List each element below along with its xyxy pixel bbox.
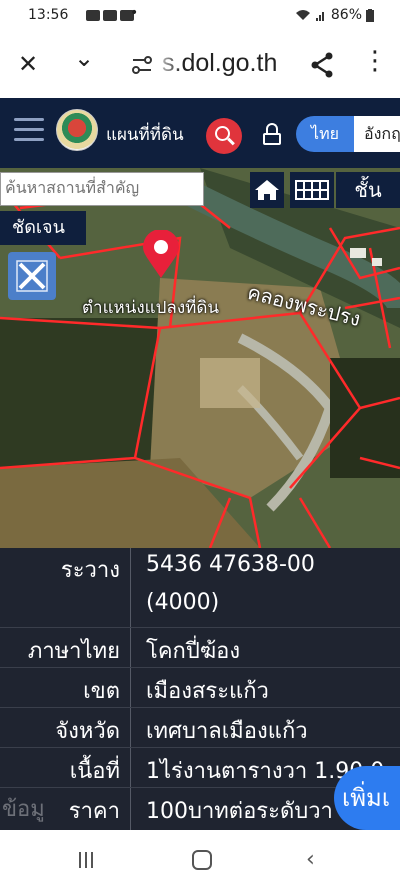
home-nav-icon[interactable] — [192, 850, 212, 870]
grid-icon — [295, 180, 329, 200]
place-search-input[interactable] — [0, 172, 204, 206]
layer-button[interactable]: ชั้น — [336, 172, 400, 208]
grid-button[interactable] — [290, 172, 334, 208]
share-icon[interactable] — [310, 52, 334, 78]
info-button[interactable]: ข้อมู — [0, 790, 60, 830]
map-pin-icon[interactable] — [141, 230, 181, 280]
home-button[interactable] — [250, 172, 284, 208]
info-value: โคกปี่ฆ้อง — [146, 639, 241, 664]
info-row-locality: ภาษาไทย โคกปี่ฆ้อง — [0, 628, 400, 668]
info-label: ระวาง — [60, 558, 120, 583]
status-dot: • — [130, 5, 139, 21]
signal-icon — [315, 12, 324, 21]
site-settings-icon[interactable] — [132, 56, 152, 74]
info-label: เขต — [83, 679, 120, 704]
lock-icon[interactable] — [263, 123, 281, 145]
info-row-district: เขต เมืองสระแก้ว — [0, 668, 400, 708]
info-row-sheet: ระวาง 5436 47638-00 (4000) — [0, 548, 400, 628]
battery-icon — [366, 8, 374, 22]
info-value: เทศบาลเมืองแก้ว — [146, 719, 308, 744]
info-value: 5436 47638-00 — [146, 552, 315, 577]
more-menu-icon[interactable]: ⋮ — [362, 46, 388, 76]
info-label: ภาษาไทย — [27, 639, 120, 664]
app-title: แผนที่ที่ดิน — [106, 125, 184, 145]
lang-english-button[interactable]: อังกฤ — [354, 116, 400, 152]
home-icon — [255, 180, 279, 200]
back-icon[interactable]: ‹ — [306, 847, 315, 872]
info-value-line2: (4000) — [146, 590, 220, 615]
clear-button[interactable]: ชัดเจน — [0, 211, 86, 245]
search-button[interactable] — [206, 118, 242, 154]
info-label: จังหวัด — [55, 719, 120, 744]
lang-thai-button[interactable]: ไทย — [296, 116, 354, 152]
notification-icons — [86, 10, 134, 21]
status-bar: 13:56 • 86% — [0, 0, 400, 32]
browser-toolbar: ✕ ⌄ s.dol.go.th ⋮ — [0, 32, 400, 98]
parcel-location-label: ตำแหน่งแปลงที่ดิน — [82, 298, 220, 318]
wifi-icon — [295, 10, 310, 20]
system-nav-bar: ‹ — [0, 830, 400, 888]
url-fade — [152, 46, 182, 82]
status-right: 86% — [295, 7, 374, 23]
more-info-button[interactable]: เพิ่มเ — [334, 766, 400, 830]
info-label: เนื้อที่ — [69, 759, 120, 784]
department-logo — [56, 109, 98, 151]
draw-tool-button[interactable] — [8, 252, 56, 300]
status-time: 13:56 — [28, 7, 69, 23]
info-row-province: จังหวัด เทศบาลเมืองแก้ว — [0, 708, 400, 748]
pencil-ruler-icon — [16, 260, 48, 292]
hamburger-menu-icon[interactable] — [14, 118, 44, 142]
battery-percent: 86% — [330, 7, 362, 23]
close-icon[interactable]: ✕ — [18, 50, 38, 78]
info-value: เมืองสระแก้ว — [146, 679, 269, 704]
chevron-down-icon[interactable]: ⌄ — [74, 44, 94, 72]
recent-apps-icon[interactable] — [79, 852, 99, 868]
